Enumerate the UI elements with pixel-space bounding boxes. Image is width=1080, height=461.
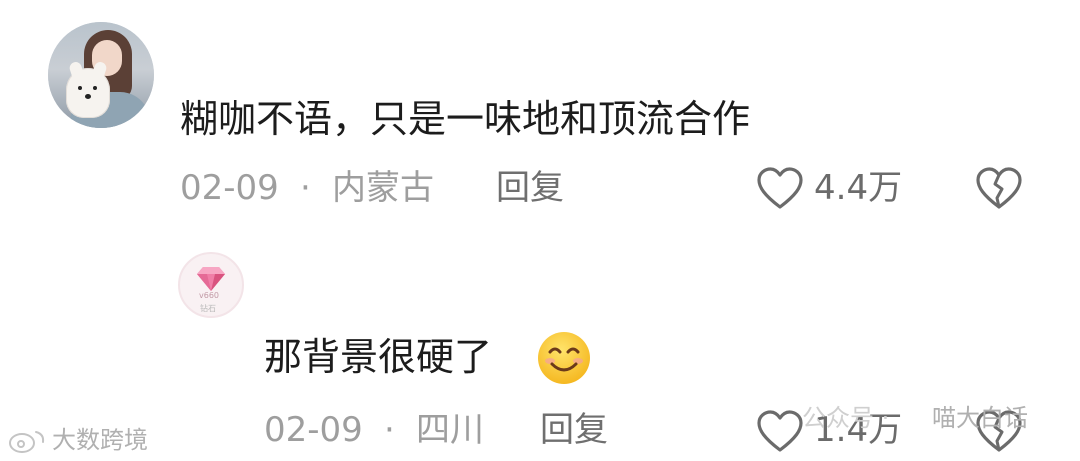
dog-eye xyxy=(93,86,97,90)
emoji-smile-icon xyxy=(536,330,592,386)
badge-label: 钻石 xyxy=(200,304,216,313)
like-button[interactable] xyxy=(756,410,804,454)
broken-heart-icon xyxy=(976,167,1022,209)
comment-location: 内蒙古 xyxy=(332,168,434,208)
comment-text: 那背景很硬了 xyxy=(264,334,492,380)
dog-nose xyxy=(85,94,91,99)
watermark-left-text: 大数跨境 xyxy=(52,426,148,454)
watermark-right-name: 喵大白话 xyxy=(932,404,1028,432)
user-avatar[interactable] xyxy=(48,22,154,128)
like-button[interactable] xyxy=(756,167,804,211)
weibo-logo-icon xyxy=(9,431,45,453)
badge-level: v660 xyxy=(199,291,220,300)
dog-eye xyxy=(78,86,82,90)
heart-outline-icon xyxy=(757,410,803,452)
heart-outline-icon xyxy=(757,167,803,209)
diamond-badge-icon xyxy=(197,267,225,291)
comment-text: 糊咖不语，只是一味地和顶流合作 xyxy=(180,97,751,141)
meta-separator: · xyxy=(300,168,311,208)
avatar-dog xyxy=(66,68,110,118)
comment-date: 02-09 xyxy=(180,168,279,208)
watermark-right-prefix: 公众号 · xyxy=(802,404,890,432)
comment-text-content: 那背景很硬了 xyxy=(264,335,493,379)
reply-button[interactable]: 回复 xyxy=(540,410,608,450)
comment-location: 四川 xyxy=(416,410,484,450)
meta-separator: · xyxy=(384,410,395,450)
like-count: 4.4万 xyxy=(814,168,903,208)
reply-button[interactable]: 回复 xyxy=(496,168,564,208)
dislike-button[interactable] xyxy=(975,167,1023,211)
comment-date: 02-09 xyxy=(264,410,363,450)
